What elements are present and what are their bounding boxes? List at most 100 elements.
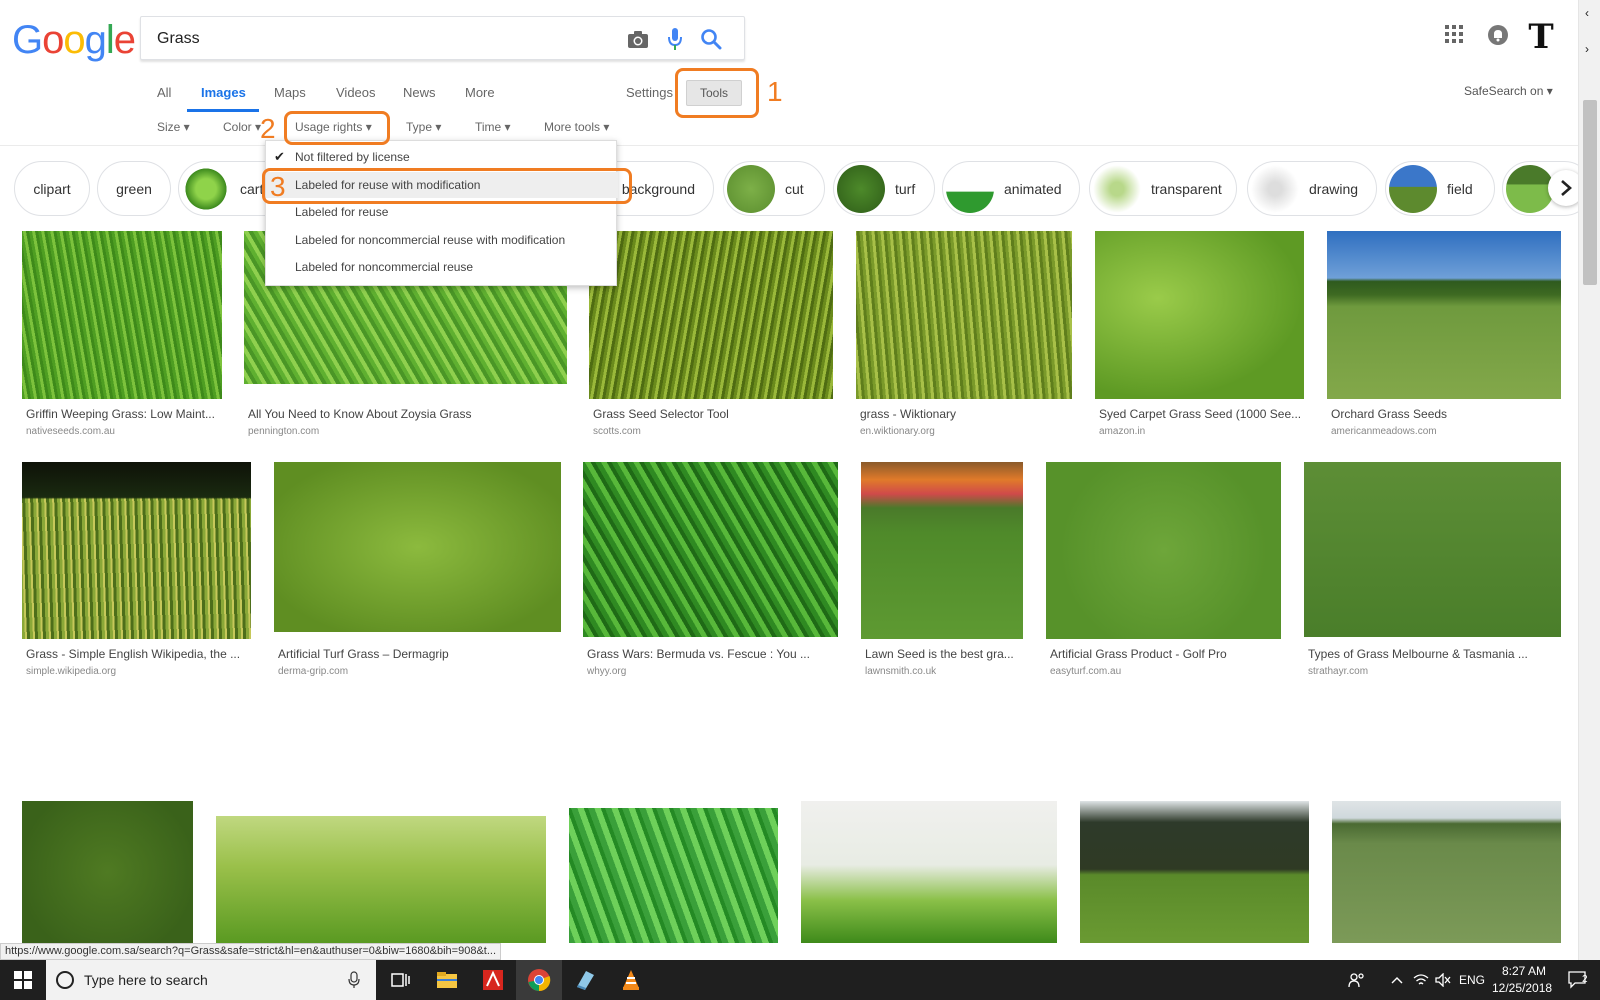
clock-time[interactable]: 8:27 AM [1502, 964, 1546, 978]
result-title[interactable]: grass - Wiktionary [860, 407, 1072, 421]
filter-time[interactable]: Time ▾ [475, 120, 511, 134]
result-title[interactable]: Grass Wars: Bermuda vs. Fescue : You ... [587, 647, 838, 661]
search-input[interactable] [157, 27, 597, 51]
result-thumbnail[interactable] [1327, 231, 1561, 399]
clock-date[interactable]: 12/25/2018 [1492, 981, 1552, 995]
chip-animated[interactable]: animated [942, 161, 1080, 216]
filter-color[interactable]: Color ▾ [223, 120, 261, 134]
option-noncommercial-reuse-with-modification[interactable]: Labeled for noncommercial reuse with mod… [266, 227, 618, 253]
result-title[interactable]: Artificial Turf Grass – Dermagrip [278, 647, 561, 661]
action-center-icon[interactable]: 2 [1558, 960, 1598, 1000]
notifications-icon[interactable] [1487, 24, 1509, 51]
scroll-left-arrow-icon[interactable]: ‹ [1585, 6, 1589, 20]
microphone-icon[interactable] [662, 26, 688, 52]
tab-news[interactable]: News [403, 85, 436, 100]
windows-start-icon[interactable] [0, 960, 46, 1000]
tab-more[interactable]: More [465, 85, 495, 100]
option-label: Labeled for reuse with modification [295, 178, 481, 192]
result-thumbnail[interactable] [861, 462, 1023, 639]
result-title[interactable]: Orchard Grass Seeds [1331, 407, 1561, 421]
result-thumbnail[interactable] [589, 231, 833, 399]
chip-label: drawing [1309, 180, 1359, 197]
chip-thumbnail [727, 164, 775, 213]
google-logo[interactable]: Google [12, 18, 136, 62]
chip-drawing[interactable]: drawing [1247, 161, 1377, 216]
windows-taskbar: Type here to search ENG 8:27 AM 12/25/20… [0, 960, 1600, 1000]
chip-clipart[interactable]: clipart [14, 161, 90, 216]
option-noncommercial-reuse[interactable]: Labeled for noncommercial reuse [266, 254, 618, 280]
annotation-number-3: 3 [270, 171, 286, 202]
result-title[interactable]: Artificial Grass Product - Golf Pro [1050, 647, 1281, 661]
chip-thumbnail [837, 164, 885, 213]
result-title[interactable]: Grass - Simple English Wikipedia, the ..… [26, 647, 251, 661]
chrome-icon[interactable] [516, 960, 562, 1000]
result-title[interactable]: Syed Carpet Grass Seed (1000 See... [1099, 407, 1304, 421]
result-site: amazon.in [1099, 426, 1146, 437]
result-thumbnail[interactable] [856, 231, 1072, 399]
people-icon[interactable] [1342, 960, 1372, 1000]
result-thumbnail[interactable] [22, 462, 251, 639]
result-title[interactable]: All You Need to Know About Zoysia Grass [248, 407, 567, 421]
filter-usage-rights[interactable]: Usage rights ▾ [295, 120, 372, 134]
filter-type[interactable]: Type ▾ [406, 120, 441, 134]
option-reuse[interactable]: Labeled for reuse [266, 199, 618, 225]
notebook-app-icon[interactable] [562, 960, 608, 1000]
result-thumbnail[interactable] [569, 808, 778, 943]
apps-grid-icon[interactable] [1444, 24, 1464, 49]
chip-turf[interactable]: turf [833, 161, 935, 216]
result-thumbnail[interactable] [274, 462, 561, 632]
account-avatar[interactable]: T [1524, 18, 1558, 56]
page-scrollbar[interactable]: ‹ › [1578, 0, 1600, 960]
result-thumbnail[interactable] [1080, 801, 1309, 943]
chip-field[interactable]: field [1385, 161, 1495, 216]
tab-maps[interactable]: Maps [274, 85, 306, 100]
vlc-icon[interactable] [608, 960, 654, 1000]
result-thumbnail[interactable] [22, 231, 222, 399]
tools-button[interactable]: Tools [686, 80, 742, 106]
chip-thumbnail [1093, 164, 1141, 213]
tab-videos[interactable]: Videos [336, 85, 376, 100]
chip-transparent[interactable]: transparent [1089, 161, 1237, 216]
result-title[interactable]: Lawn Seed is the best gra... [865, 647, 1023, 661]
result-title[interactable]: Griffin Weeping Grass: Low Maint... [26, 407, 222, 421]
result-site: nativeseeds.com.au [26, 426, 115, 437]
result-thumbnail[interactable] [216, 816, 546, 943]
acrobat-icon[interactable] [470, 960, 516, 1000]
result-thumbnail[interactable] [1332, 801, 1561, 943]
option-label: Labeled for noncommercial reuse with mod… [295, 233, 566, 247]
tray-chevron-icon[interactable] [1386, 960, 1408, 1000]
safesearch-toggle[interactable]: SafeSearch on ▾ [1464, 84, 1553, 98]
result-site: easyturf.com.au [1050, 666, 1122, 677]
filter-size[interactable]: Size ▾ [157, 120, 190, 134]
result-thumbnail[interactable] [1304, 462, 1561, 637]
taskbar-search[interactable]: Type here to search [46, 960, 376, 1000]
taskbar-mic-icon[interactable] [348, 971, 360, 989]
tab-all[interactable]: All [157, 85, 171, 100]
result-site: simple.wikipedia.org [26, 666, 117, 677]
result-thumbnail[interactable] [22, 801, 193, 943]
result-thumbnail[interactable] [1095, 231, 1304, 399]
task-view-icon[interactable] [378, 960, 424, 1000]
option-reuse-with-modification[interactable]: Labeled for reuse with modification [266, 172, 618, 198]
volume-muted-icon[interactable] [1432, 960, 1454, 1000]
scrollbar-thumb[interactable] [1583, 100, 1597, 285]
result-thumbnail[interactable] [583, 462, 838, 637]
result-title[interactable]: Grass Seed Selector Tool [593, 407, 833, 421]
result-thumbnail[interactable] [1046, 462, 1281, 639]
network-icon[interactable] [1410, 960, 1432, 1000]
language-indicator[interactable]: ENG [1459, 973, 1485, 987]
scroll-right-arrow-icon[interactable]: › [1585, 42, 1589, 56]
camera-icon[interactable] [625, 26, 651, 52]
search-icon[interactable] [698, 26, 724, 52]
chip-green[interactable]: green [97, 161, 171, 216]
chip-label: animated [1004, 180, 1062, 197]
filter-more-tools[interactable]: More tools ▾ [544, 120, 609, 134]
chip-cut[interactable]: cut [723, 161, 825, 216]
option-not-filtered[interactable]: ✔ Not filtered by license [266, 144, 618, 170]
tab-images[interactable]: Images [201, 85, 246, 100]
annotation-number-2: 2 [260, 113, 276, 144]
settings-link[interactable]: Settings [626, 85, 673, 100]
file-explorer-icon[interactable] [424, 960, 470, 1000]
result-title[interactable]: Types of Grass Melbourne & Tasmania ... [1308, 647, 1561, 661]
result-thumbnail[interactable] [801, 801, 1057, 943]
